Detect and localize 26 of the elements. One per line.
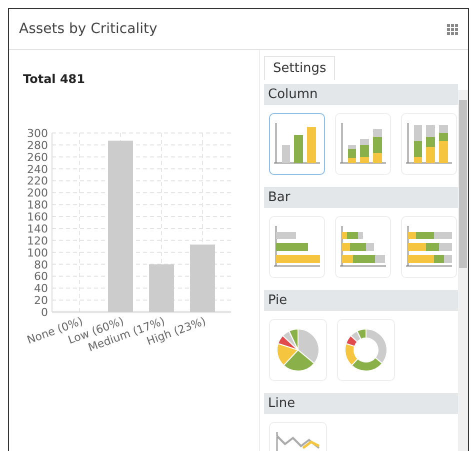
y-tick-label: 20: [34, 294, 48, 308]
total-label: Total 481: [23, 72, 86, 86]
settings-tab[interactable]: Settings: [264, 56, 336, 80]
y-tick-label: 280: [27, 138, 48, 152]
y-tick-label: 140: [27, 222, 48, 236]
scrollbar[interactable]: [458, 90, 468, 451]
section-header: Column: [264, 84, 458, 105]
section-header: Bar: [264, 187, 458, 208]
chart-type-option[interactable]: [269, 113, 325, 175]
y-tick-label: 260: [27, 150, 48, 164]
y-tick-label: 220: [27, 174, 48, 188]
y-tick-label: 120: [27, 234, 48, 248]
grid-icon[interactable]: [447, 24, 458, 34]
section-header: Line: [264, 393, 458, 414]
panel-title: Assets by Criticality: [19, 21, 158, 37]
y-tick-label: 160: [27, 210, 48, 224]
y-tick-label: 80: [34, 258, 48, 272]
y-tick-label: 60: [34, 270, 48, 284]
y-tick-label: 40: [34, 282, 48, 296]
y-tick-label: 240: [27, 162, 48, 176]
y-tick-label: 300: [27, 127, 48, 140]
y-tick-label: 100: [27, 246, 48, 260]
y-tick-label: 180: [27, 198, 48, 212]
section-header: Pie: [264, 290, 458, 311]
y-tick-label: 0: [41, 306, 48, 319]
y-tick-label: 200: [27, 186, 48, 200]
